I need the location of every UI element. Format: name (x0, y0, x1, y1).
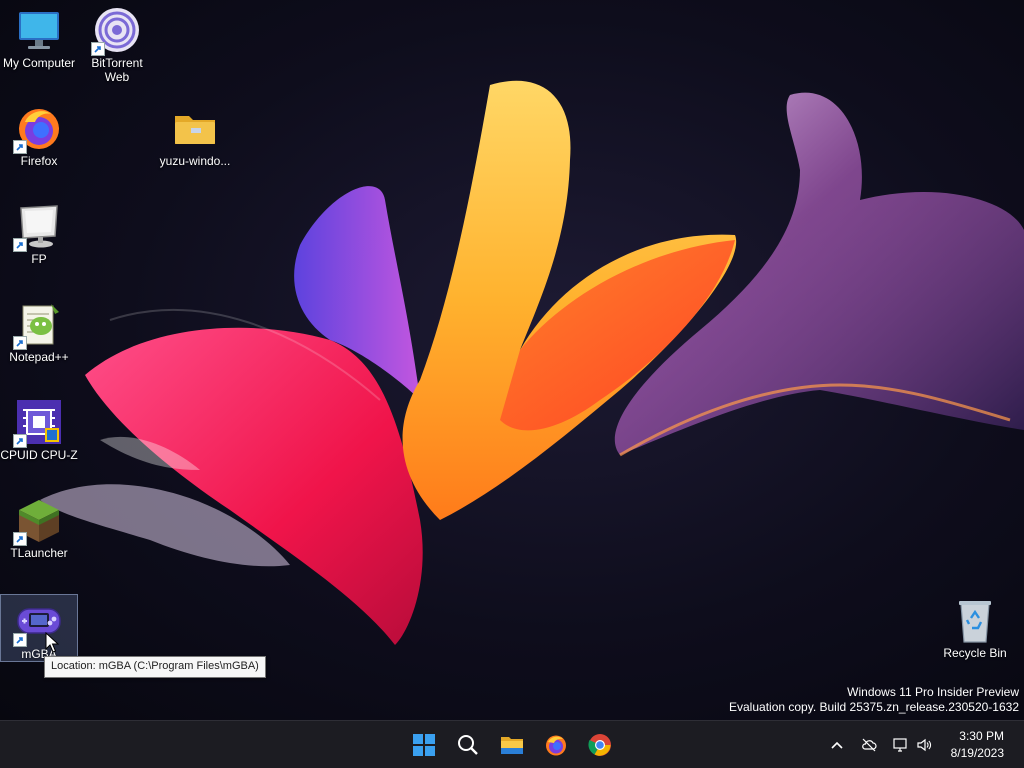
watermark-line-edition: Windows 11 Pro Insider Preview (847, 685, 1019, 699)
watermark-line-build: Evaluation copy. Build 25375.zn_release.… (729, 700, 1019, 714)
mouse-pointer-icon (45, 632, 59, 653)
taskbar: 3:30 PM 8/19/2023 (0, 720, 1024, 768)
desktop-icon-cpuz[interactable]: CPUID CPU-Z (0, 396, 78, 462)
folder-icon (171, 104, 219, 152)
evaluation-watermark: Windows 11 Pro Insider Preview Evaluatio… (729, 685, 1019, 715)
start-icon (413, 734, 435, 756)
onedrive-button[interactable] (859, 735, 879, 755)
clock-date: 8/19/2023 (950, 746, 1004, 760)
clock[interactable]: 3:30 PM 8/19/2023 (951, 728, 1004, 762)
desktop-icon-bittorrent-web[interactable]: BitTorrent Web (78, 4, 156, 84)
icon-label: Notepad++ (9, 350, 69, 364)
shortcut-arrow-icon (13, 532, 27, 546)
icon-label: BitTorrent Web (91, 56, 143, 84)
shortcut-arrow-icon (91, 42, 105, 56)
show-hidden-icons-button[interactable] (827, 735, 847, 755)
search-button[interactable] (450, 727, 486, 763)
icon-label: Firefox (20, 154, 58, 168)
desktop-icon-my-computer[interactable]: My Computer (0, 4, 78, 70)
bittorrent-icon (91, 6, 141, 56)
firefox-taskbar-button[interactable] (538, 727, 574, 763)
desktop-icon-recycle-bin[interactable]: Recycle Bin (936, 594, 1014, 660)
firefox-icon (546, 735, 566, 756)
icon-label: TLauncher (10, 546, 68, 560)
search-icon (458, 735, 478, 755)
file-explorer-icon (501, 737, 523, 754)
icon-label: CPUID CPU-Z (0, 448, 78, 462)
cloud-offline-icon (862, 738, 877, 752)
volume-icon (917, 738, 932, 752)
grass-block-icon (13, 496, 63, 546)
file-explorer-button[interactable] (494, 727, 530, 763)
shortcut-arrow-icon (13, 434, 27, 448)
shortcut-arrow-icon (13, 238, 27, 252)
firefox-icon (13, 104, 63, 154)
shortcut-arrow-icon (13, 140, 27, 154)
cpuz-icon (13, 398, 63, 448)
icon-label: FP (31, 252, 47, 266)
chevron-up-icon (831, 741, 843, 749)
desktop[interactable]: My Computer BitTorrent Web Firefox yuzu-… (0, 0, 1024, 720)
chrome-icon (588, 734, 611, 756)
icon-label: yuzu-windo... (159, 154, 231, 168)
tooltip: Location: mGBA (C:\Program Files\mGBA) (44, 656, 266, 678)
desktop-icon-yuzu-folder[interactable]: yuzu-windo... (156, 102, 234, 168)
desktop-icon-firefox[interactable]: Firefox (0, 102, 78, 168)
desktop-icon-fp[interactable]: FP (0, 200, 78, 266)
volume-button[interactable] (914, 735, 934, 755)
wallpaper (40, 80, 1024, 645)
shortcut-arrow-icon (13, 633, 27, 647)
shortcut-arrow-icon (13, 336, 27, 350)
network-icon (893, 738, 907, 752)
notepadpp-icon (13, 300, 63, 350)
monitor-icon (15, 6, 63, 54)
chrome-taskbar-button[interactable] (582, 727, 618, 763)
start-button[interactable] (406, 727, 442, 763)
network-button[interactable] (890, 735, 910, 755)
icon-label: My Computer (2, 56, 76, 70)
desktop-icon-notepadpp[interactable]: Notepad++ (0, 298, 78, 364)
desktop-icon-mgba[interactable]: mGBA (0, 594, 78, 662)
icon-label: Recycle Bin (943, 646, 1007, 660)
recycle-bin-icon (951, 596, 999, 644)
fp-monitor-icon (13, 202, 63, 252)
clock-time: 3:30 PM (959, 729, 1004, 743)
desktop-icon-tlauncher[interactable]: TLauncher (0, 494, 78, 560)
